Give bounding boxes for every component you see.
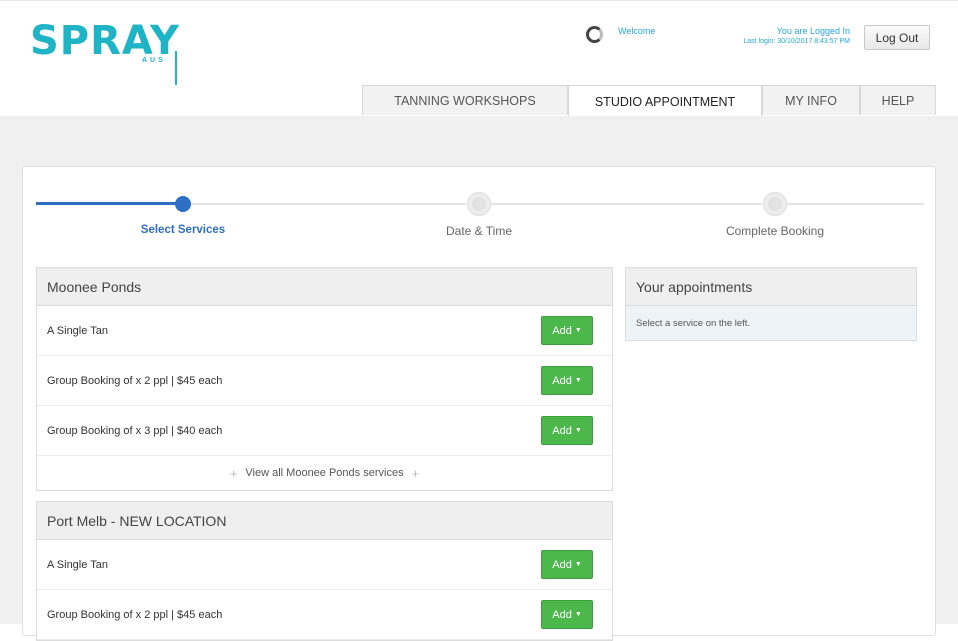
service-name: Group Booking of x 3 ppl | $40 each [47, 424, 223, 437]
redacted-username [670, 24, 754, 38]
service-row: A Single Tan Add ▼ [37, 306, 612, 356]
add-service-button[interactable]: Add ▼ [541, 550, 593, 579]
welcome-text: Welcome [618, 26, 656, 36]
caret-down-icon: ▼ [574, 561, 582, 568]
add-service-button[interactable]: Add ▼ [541, 600, 593, 629]
main-tabs: TANNING WORKSHOPS STUDIO APPOINTMENT MY … [0, 85, 958, 117]
booking-card: Select Services Date & Time Complete Boo… [22, 166, 936, 641]
last-login-text: Last login: 30/10/2017 8:43:57 PM [743, 38, 850, 45]
caret-down-icon: ▼ [574, 427, 582, 434]
logged-in-status: You are Logged In [776, 26, 850, 36]
service-name: Group Booking of x 2 ppl | $45 each [47, 608, 223, 621]
location-panel-moonee-ponds: Moonee Ponds A Single Tan Add ▼ Group Boo… [36, 267, 613, 491]
caret-down-icon: ▼ [574, 327, 582, 334]
step-label-complete-booking: Complete Booking [725, 224, 825, 238]
appointments-empty-text: Select a service on the left. [626, 306, 916, 340]
progress-track-3 [786, 203, 924, 205]
tab-help[interactable]: HELP [860, 85, 936, 115]
appointments-panel: Your appointments Select a service on th… [625, 267, 917, 341]
loading-spinner-icon [586, 26, 603, 43]
service-row: A Single Tan Add ▼ [37, 540, 612, 590]
add-service-button[interactable]: Add ▼ [541, 366, 593, 395]
logo-drip [175, 51, 177, 85]
tab-my-info[interactable]: MY INFO [762, 85, 860, 115]
progress-track-complete [36, 202, 176, 205]
view-all-label: View all Moonee Ponds services [245, 467, 404, 479]
service-name: A Single Tan [47, 324, 108, 337]
step-label-select-services: Select Services [140, 224, 226, 236]
progress-track-1 [176, 203, 466, 205]
add-service-button[interactable]: Add ▼ [541, 316, 593, 345]
location-title: Port Melb - NEW LOCATION [37, 502, 612, 540]
tab-studio-appointment[interactable]: STUDIO APPOINTMENT [568, 85, 762, 117]
spray-aus-logo[interactable]: SPRAY AUS [30, 19, 190, 89]
service-name: Group Booking of x 2 ppl | $45 each [47, 374, 223, 387]
step-3-dot [763, 192, 787, 216]
service-name: A Single Tan [47, 558, 108, 571]
location-title: Moonee Ponds [37, 268, 612, 306]
step-2-dot [467, 192, 491, 216]
plus-icon: + [229, 465, 238, 481]
logout-button[interactable]: Log Out [864, 25, 930, 50]
plus-icon: + [411, 465, 420, 481]
tab-tanning-workshops[interactable]: TANNING WORKSHOPS [362, 85, 568, 115]
location-panel-port-melb: Port Melb - NEW LOCATION A Single Tan Ad… [36, 501, 613, 641]
progress-track-2 [490, 203, 762, 205]
appointments-title: Your appointments [626, 268, 916, 306]
logo-subtext: AUS [142, 57, 166, 64]
add-service-button[interactable]: Add ▼ [541, 416, 593, 445]
service-row: Group Booking of x 2 ppl | $45 each Add ▼ [37, 356, 612, 406]
service-row: Group Booking of x 3 ppl | $40 each Add ▼ [37, 406, 612, 456]
step-1-current-dot [175, 196, 191, 212]
step-label-date-time: Date & Time [445, 224, 513, 238]
caret-down-icon: ▼ [574, 611, 582, 618]
caret-down-icon: ▼ [574, 377, 582, 384]
service-row: Group Booking of x 2 ppl | $45 each Add ▼ [37, 590, 612, 640]
view-all-services-link[interactable]: + View all Moonee Ponds services + [37, 456, 612, 490]
page-header: SPRAY AUS Welcome You are Logged In Last… [0, 0, 958, 117]
